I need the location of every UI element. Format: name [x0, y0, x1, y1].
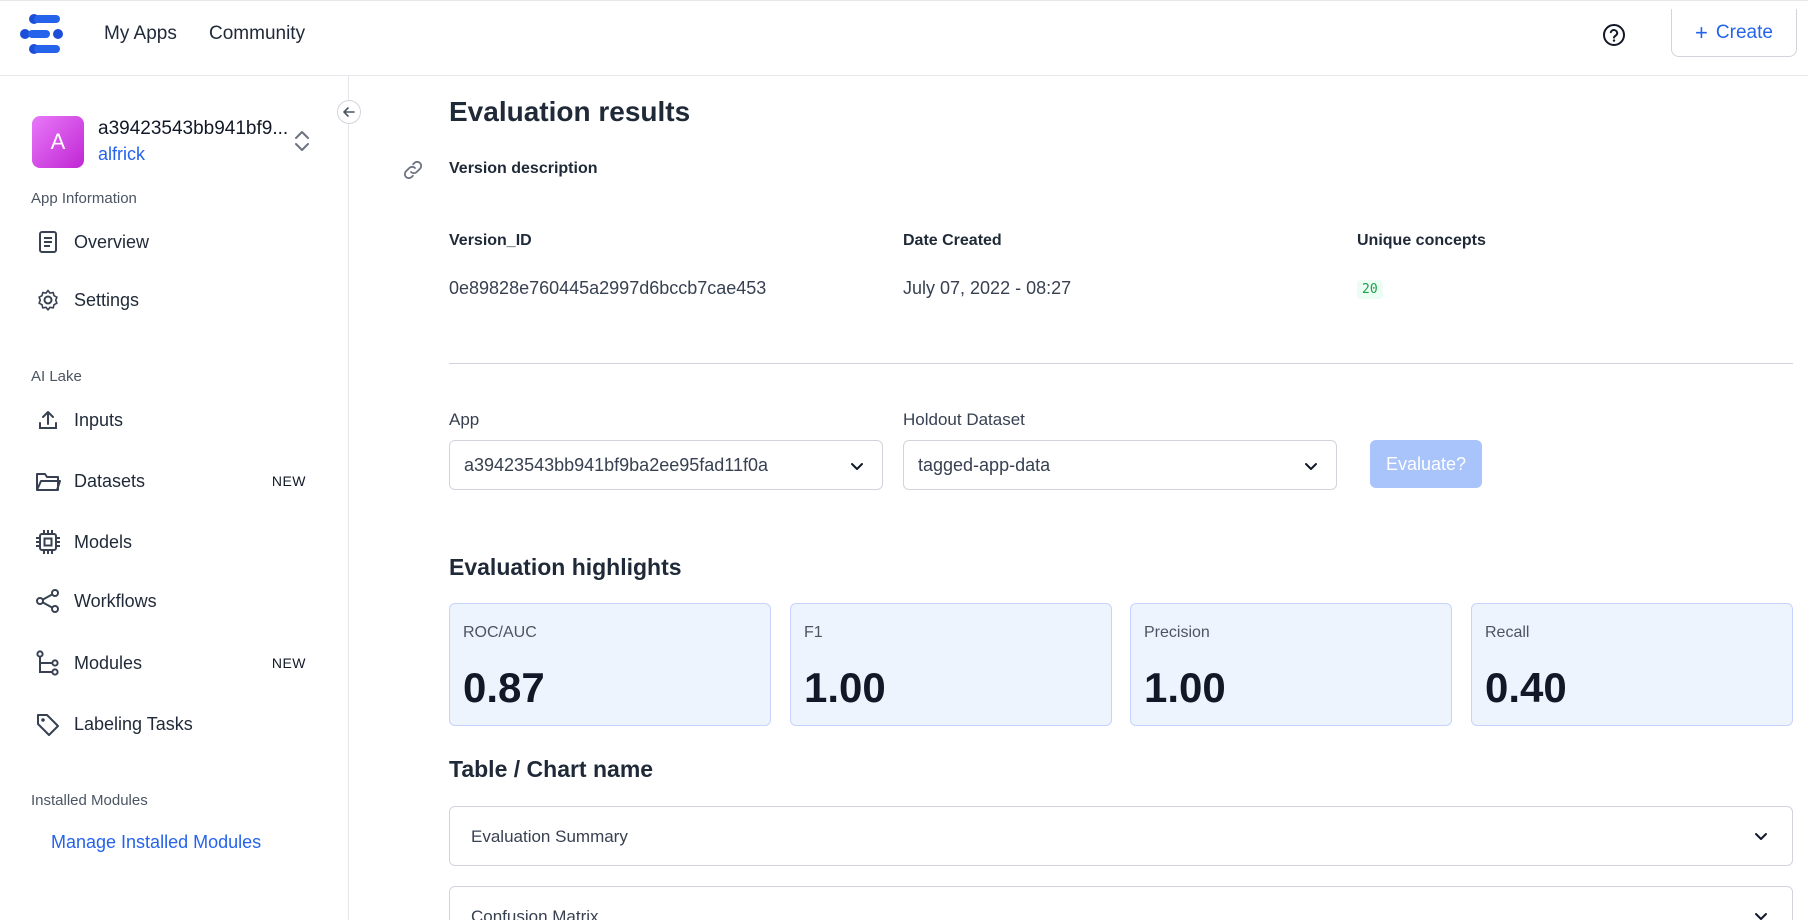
plus-icon: +	[1695, 19, 1708, 45]
evaluation-highlights-title: Evaluation highlights	[449, 554, 682, 580]
arrow-left-icon	[343, 107, 355, 117]
accordion-label: Evaluation Summary	[471, 827, 628, 846]
sidebar-item-label: Inputs	[74, 409, 124, 430]
sidebar-item-labeling-tasks[interactable]: Labeling Tasks	[34, 704, 324, 744]
sidebar-item-settings[interactable]: Settings	[34, 280, 324, 320]
metric-value: 1.00	[804, 664, 886, 711]
metric-label: F1	[804, 624, 823, 641]
nav-community[interactable]: Community	[209, 23, 305, 45]
upload-icon	[34, 406, 62, 434]
divider	[449, 363, 1793, 364]
create-button[interactable]: + Create	[1671, 9, 1797, 57]
new-badge: NEW	[271, 655, 306, 671]
avatar[interactable]: A	[32, 116, 84, 168]
document-icon	[34, 228, 62, 256]
sidebar-item-label: Settings	[74, 289, 140, 310]
clarifai-logo-icon[interactable]	[20, 13, 68, 55]
sidebar-item-label: Models	[74, 531, 133, 552]
version-id-label: Version_ID	[449, 232, 532, 249]
sidebar-item-label: Datasets	[74, 470, 146, 491]
modules-icon	[34, 649, 62, 677]
table-chart-title: Table / Chart name	[449, 756, 654, 782]
sidebar-item-label: Labeling Tasks	[74, 713, 193, 734]
new-badge: NEW	[271, 473, 306, 489]
sidebar-item-inputs[interactable]: Inputs	[34, 400, 324, 440]
date-created-value: July 07, 2022 - 08:27	[903, 278, 1072, 298]
metric-value: 1.00	[1144, 664, 1226, 711]
holdout-dataset-value: tagged-app-data	[918, 454, 1051, 475]
sidebar-item-datasets[interactable]: Datasets NEW	[34, 461, 324, 501]
section-ai-lake: AI Lake	[31, 368, 82, 385]
sidebar-item-workflows[interactable]: Workflows	[34, 581, 324, 621]
version-id-value: 0e89828e760445a2997d6bccb7cae453	[449, 278, 767, 298]
chevron-up-down-icon[interactable]	[293, 128, 311, 154]
version-description-label: Version description	[449, 160, 598, 177]
chevron-down-icon	[1755, 913, 1767, 920]
app-user-link[interactable]: alfrick	[98, 144, 145, 165]
top-bar: My Apps Community + Create	[0, 0, 1808, 76]
collapse-sidebar-button[interactable]	[337, 100, 361, 124]
metric-value: 0.40	[1485, 664, 1567, 711]
metric-card-precision: Precision 1.00	[1130, 603, 1452, 726]
sidebar-item-modules[interactable]: Modules NEW	[34, 643, 324, 683]
sidebar-item-label: Modules	[74, 652, 143, 673]
chevron-down-icon	[1305, 463, 1317, 470]
date-created-label: Date Created	[903, 232, 1002, 249]
metric-label: Precision	[1144, 624, 1210, 641]
accordion-evaluation-summary[interactable]: Evaluation Summary	[449, 806, 1793, 866]
sidebar-item-label: Workflows	[74, 590, 157, 611]
tag-icon	[34, 710, 62, 738]
section-app-information: App Information	[31, 190, 137, 207]
nav-my-apps[interactable]: My Apps	[104, 23, 177, 45]
app-name: a39423543bb941bf9...	[98, 118, 289, 139]
metric-card-f1: F1 1.00	[790, 603, 1112, 726]
unique-concepts-label: Unique concepts	[1357, 232, 1486, 249]
sidebar-item-label: Overview	[74, 231, 150, 252]
sidebar: A a39423543bb941bf9... alfrick App Infor…	[0, 76, 349, 920]
chip-icon	[34, 528, 62, 556]
gear-icon	[34, 286, 62, 314]
share-icon	[34, 587, 62, 615]
page-title: Evaluation results	[449, 96, 691, 127]
metric-card-recall: Recall 0.40	[1471, 603, 1793, 726]
folder-icon	[34, 467, 62, 495]
link-icon[interactable]	[401, 158, 425, 182]
sidebar-item-models[interactable]: Models	[34, 522, 324, 562]
app-select[interactable]: a39423543bb941bf9ba2ee95fad11f0a	[449, 440, 883, 490]
manage-installed-modules-link[interactable]: Manage Installed Modules	[51, 832, 261, 853]
unique-concepts-badge: 20	[1357, 280, 1383, 299]
main-content: Evaluation results Version description V…	[349, 76, 1808, 920]
accordion-confusion-matrix[interactable]: Confusion Matrix	[449, 886, 1793, 920]
evaluate-button[interactable]: Evaluate?	[1370, 440, 1482, 488]
metric-card-roc-auc: ROC/AUC 0.87	[449, 603, 771, 726]
create-button-label: Create	[1715, 21, 1773, 43]
holdout-dataset-select[interactable]: tagged-app-data	[903, 440, 1337, 490]
chevron-down-icon	[1755, 833, 1767, 840]
sidebar-item-overview[interactable]: Overview	[34, 222, 324, 262]
chevron-down-icon	[851, 463, 863, 470]
holdout-dataset-label: Holdout Dataset	[903, 410, 1025, 429]
accordion-label: Confusion Matrix	[471, 907, 599, 920]
metric-label: Recall	[1485, 624, 1530, 641]
metric-value: 0.87	[463, 664, 545, 711]
app-select-label: App	[449, 410, 480, 429]
metric-label: ROC/AUC	[463, 624, 537, 641]
app-select-value: a39423543bb941bf9ba2ee95fad11f0a	[464, 454, 768, 475]
help-circle-icon[interactable]	[1600, 21, 1628, 49]
section-installed-modules: Installed Modules	[31, 792, 148, 809]
